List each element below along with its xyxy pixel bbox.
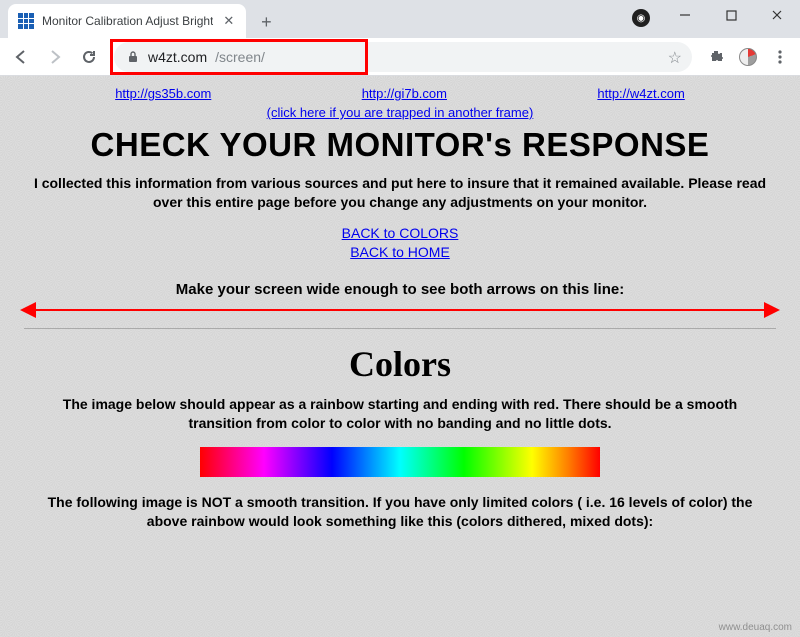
rainbow-gradient-image [200, 447, 600, 477]
url-path: /screen/ [215, 49, 265, 65]
back-to-home-link[interactable]: BACK to HOME [350, 244, 450, 260]
back-to-colors-link[interactable]: BACK to COLORS [342, 225, 459, 241]
close-tab-icon[interactable]: ✕ [221, 13, 236, 29]
page-content: http://gs35b.com http://gi7b.com http://… [0, 76, 800, 565]
puzzle-icon [708, 49, 724, 65]
arrow-shaft [34, 309, 766, 311]
browser-titlebar: Monitor Calibration Adjust Bright ✕ + ◉ [0, 0, 800, 38]
minimize-button[interactable] [662, 0, 708, 30]
width-arrow [20, 302, 780, 318]
profile-incognito-icon[interactable]: ◉ [632, 9, 650, 27]
extensions-button[interactable] [702, 43, 730, 71]
back-button[interactable] [6, 42, 36, 72]
top-link-w4zt[interactable]: http://w4zt.com [597, 86, 684, 101]
tab-title: Monitor Calibration Adjust Bright [42, 14, 213, 28]
menu-dots-icon [772, 49, 788, 65]
page-title: CHECK YOUR MONITOR's RESPONSE [14, 126, 786, 164]
address-bar[interactable]: w4zt.com/screen/ [114, 42, 692, 72]
forward-arrow-icon [46, 48, 64, 66]
frame-escape-link[interactable]: (click here if you are trapped in anothe… [267, 105, 534, 120]
dithered-paragraph: The following image is NOT a smooth tran… [30, 493, 770, 531]
bookmark-star-icon[interactable]: ☆ [668, 48, 682, 68]
browser-tab[interactable]: Monitor Calibration Adjust Bright ✕ [8, 4, 246, 38]
new-tab-button[interactable]: + [252, 8, 280, 36]
frame-escape-row: (click here if you are trapped in anothe… [14, 105, 786, 120]
reload-button[interactable] [74, 42, 104, 72]
watermark-text: www.deuaq.com [719, 622, 792, 633]
forward-button[interactable] [40, 42, 70, 72]
reload-icon [80, 48, 98, 66]
back-arrow-icon [12, 48, 30, 66]
window-controls [662, 0, 800, 30]
maximize-button[interactable] [708, 0, 754, 30]
menu-button[interactable] [766, 43, 794, 71]
section-divider [24, 328, 776, 329]
url-host: w4zt.com [148, 49, 207, 65]
maximize-icon [726, 10, 737, 21]
intro-paragraph: I collected this information from variou… [30, 174, 770, 212]
rainbow-paragraph: The image below should appear as a rainb… [30, 395, 770, 433]
favicon-icon [18, 13, 34, 29]
widen-instruction: Make your screen wide enough to see both… [14, 281, 786, 298]
pie-icon [739, 48, 757, 66]
address-bar-container: w4zt.com/screen/ ☆ [114, 42, 692, 72]
arrow-right-head-icon [764, 302, 780, 318]
extension-pie-icon[interactable] [734, 43, 762, 71]
colors-heading: Colors [14, 343, 786, 385]
minimize-icon [679, 9, 691, 21]
browser-toolbar: w4zt.com/screen/ ☆ [0, 38, 800, 76]
close-icon [771, 9, 783, 21]
close-window-button[interactable] [754, 0, 800, 30]
lock-icon [126, 50, 140, 64]
top-link-row: http://gs35b.com http://gi7b.com http://… [40, 86, 760, 101]
top-link-gi7b[interactable]: http://gi7b.com [362, 86, 447, 101]
page-viewport: http://gs35b.com http://gi7b.com http://… [0, 76, 800, 637]
top-link-gs35b[interactable]: http://gs35b.com [115, 86, 211, 101]
back-links: BACK to COLORS BACK to HOME [14, 224, 786, 263]
